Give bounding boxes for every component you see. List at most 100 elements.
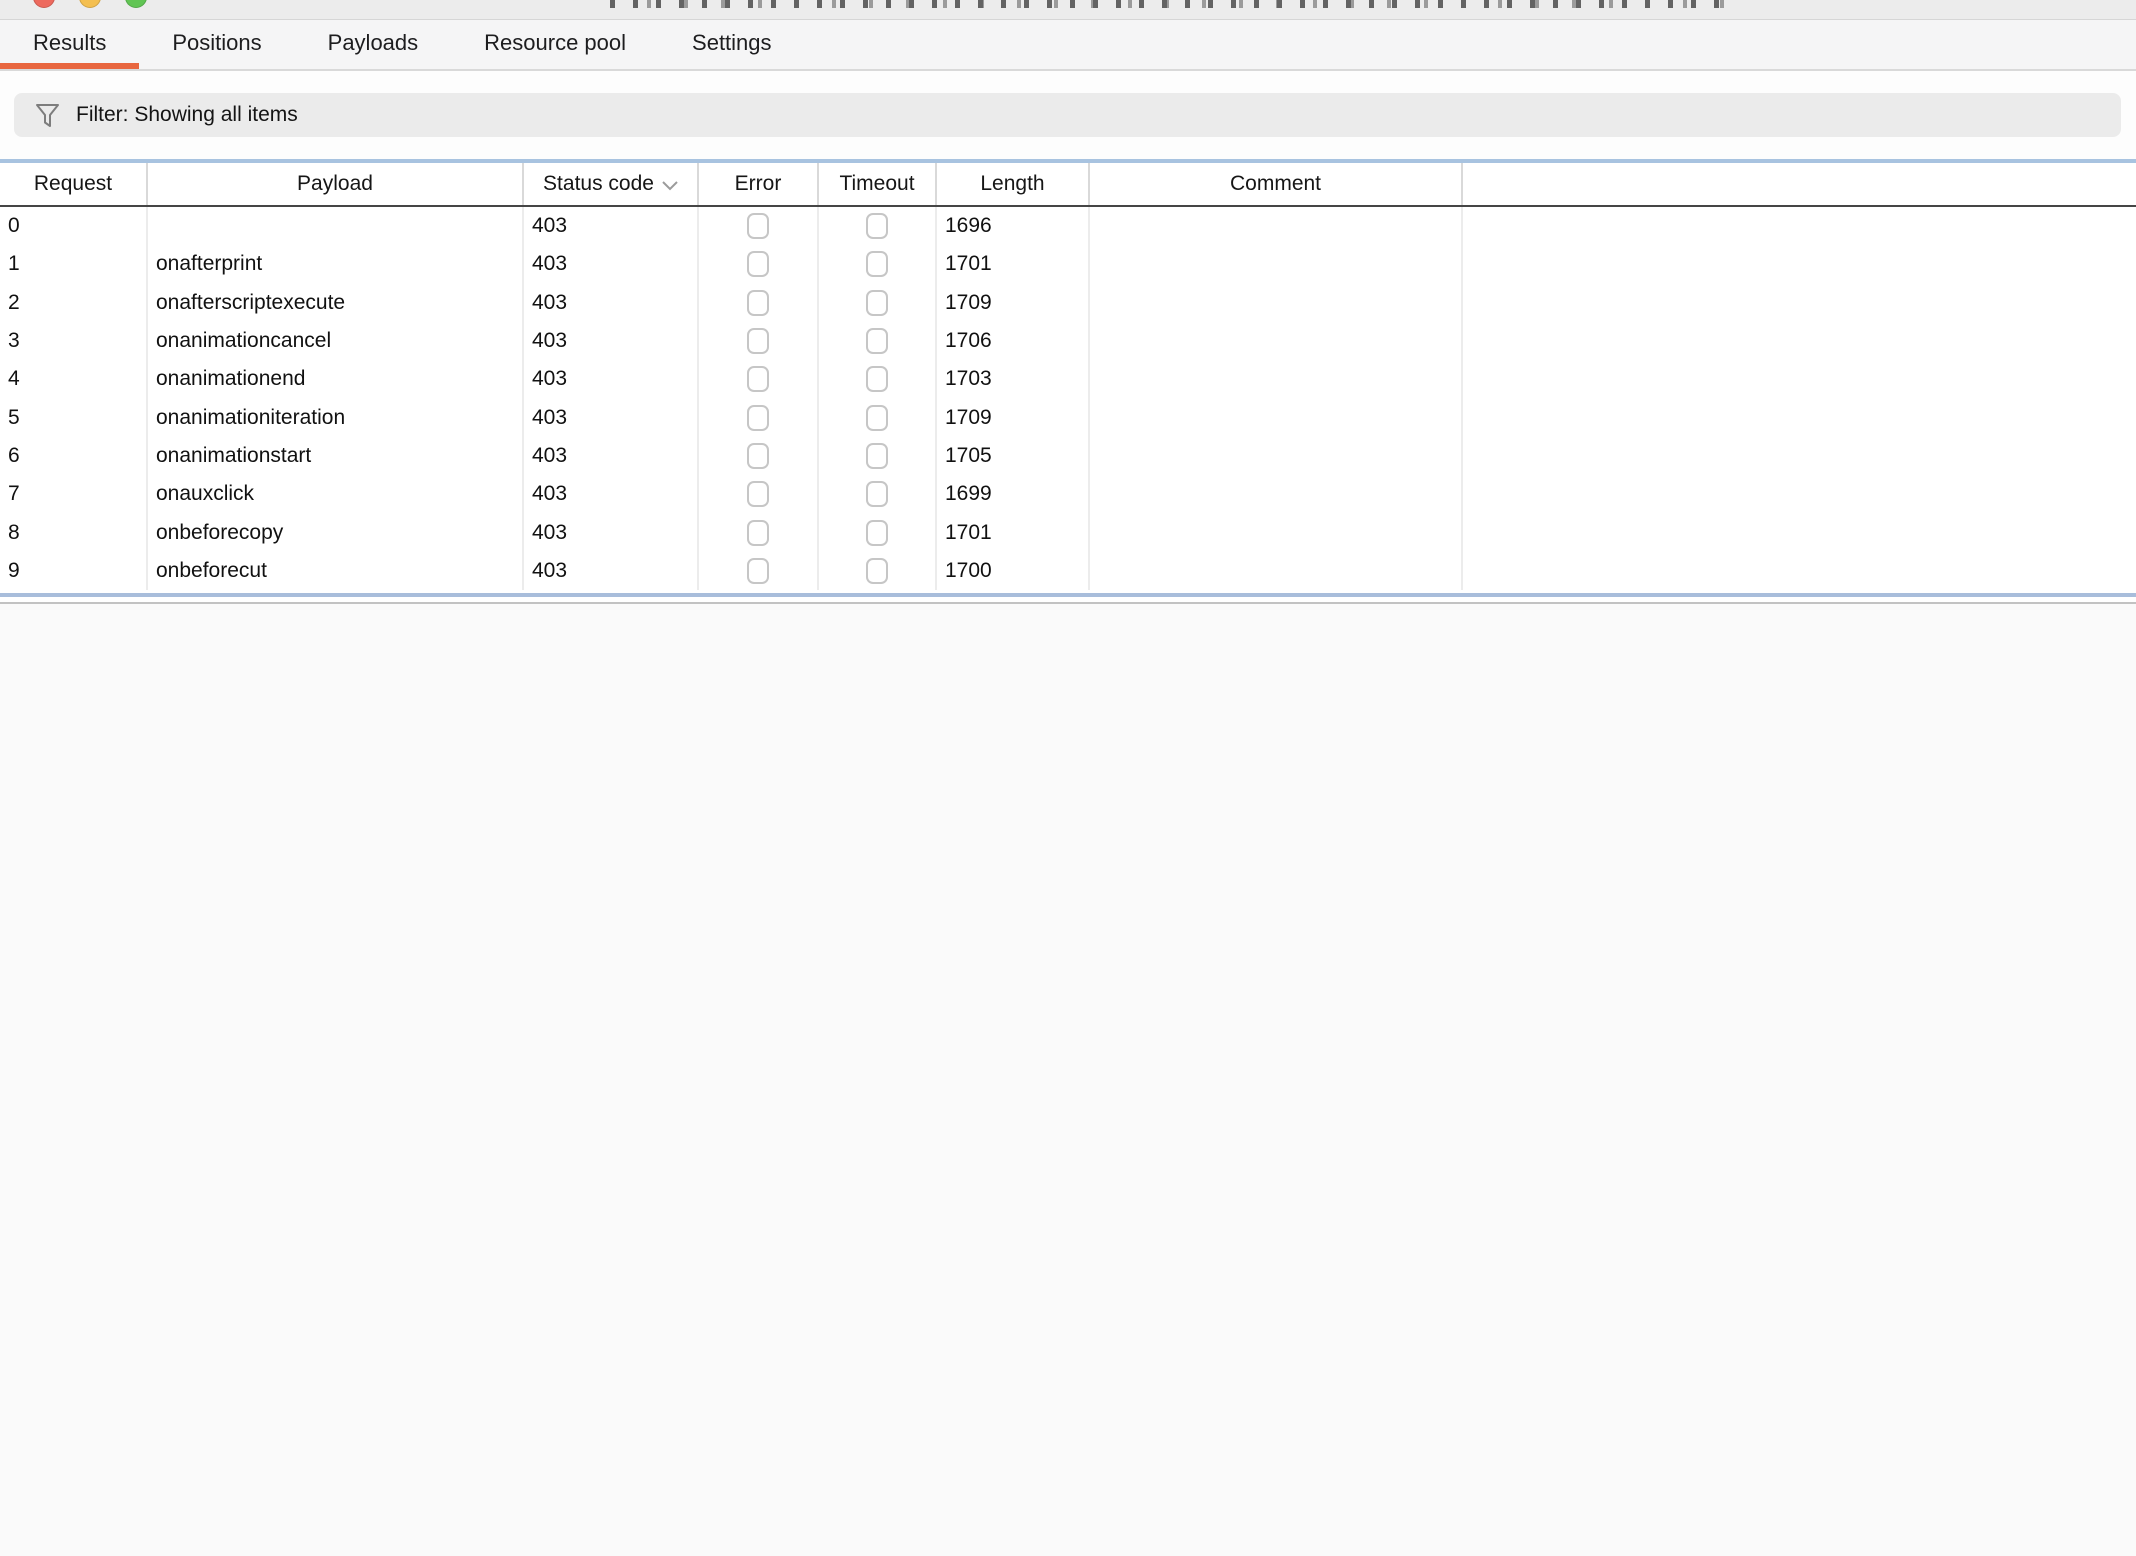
length-cell: 1709: [937, 398, 1090, 436]
column-header-status-code[interactable]: Status code: [524, 163, 699, 205]
funnel-icon: [34, 102, 61, 129]
filler-cell: [1463, 360, 2136, 398]
status-code-cell: 403: [524, 245, 699, 283]
payload-cell: [148, 207, 524, 245]
error-checkbox[interactable]: [747, 520, 769, 546]
table-row[interactable]: 3onanimationcancel4031706: [0, 322, 2136, 360]
length-cell: 1703: [937, 360, 1090, 398]
timeout-checkbox[interactable]: [866, 443, 888, 469]
status-code-cell: 403: [524, 284, 699, 322]
filter-bar[interactable]: Filter: Showing all items: [14, 93, 2121, 137]
length-cell-text: 1705: [945, 444, 992, 468]
table-row[interactable]: 8onbeforecopy4031701: [0, 513, 2136, 551]
error-checkbox[interactable]: [747, 213, 769, 239]
status-code-cell-text: 403: [532, 559, 567, 583]
error-cell: [699, 552, 819, 590]
request-cell: 6: [0, 437, 148, 475]
comment-cell: [1090, 552, 1463, 590]
table-row[interactable]: 9onbeforecut 403 1700: [0, 552, 2136, 590]
length-cell-text: 1700: [945, 559, 992, 583]
payload-cell-text: onanimationend: [156, 367, 305, 391]
status-code-cell: 403: [524, 360, 699, 398]
length-cell: 1709: [937, 284, 1090, 322]
status-code-cell-text: 403: [532, 214, 567, 238]
comment-cell: [1090, 513, 1463, 551]
timeout-checkbox[interactable]: [866, 213, 888, 239]
payload-cell-text: onanimationstart: [156, 444, 311, 468]
tab-payloads[interactable]: Payloads: [295, 20, 452, 69]
minimize-button[interactable]: [79, 0, 101, 8]
timeout-cell: [819, 437, 937, 475]
length-cell-text: 1699: [945, 482, 992, 506]
table-header: Request Payload Status codeErrorTimeoutLen…: [0, 159, 2136, 207]
filler-cell: [1463, 322, 2136, 360]
timeout-cell: [819, 207, 937, 245]
error-checkbox[interactable]: [747, 328, 769, 354]
table-row[interactable]: 7onauxclick4031699: [0, 475, 2136, 513]
table-row[interactable]: 04031696: [0, 207, 2136, 245]
tab-settings[interactable]: Settings: [659, 20, 805, 69]
timeout-checkbox[interactable]: [866, 251, 888, 277]
sort-chevron-down-icon: [662, 181, 678, 191]
tab-resource-pool[interactable]: Resource pool: [451, 20, 659, 69]
request-cell: 9: [0, 552, 148, 590]
timeout-cell: [819, 398, 937, 436]
status-code-cell-text: 403: [532, 482, 567, 506]
timeout-cell: [819, 552, 937, 590]
payload-cell: onanimationend: [148, 360, 524, 398]
column-header-comment[interactable]: Comment: [1090, 163, 1463, 205]
table-row[interactable]: 1onafterprint4031701: [0, 245, 2136, 283]
payload-cell: onbeforecopy: [148, 513, 524, 551]
error-checkbox[interactable]: [747, 405, 769, 431]
table-row[interactable]: 6onanimationstart4031705: [0, 437, 2136, 475]
timeout-checkbox[interactable]: [866, 520, 888, 546]
status-code-cell-text: 403: [532, 291, 567, 315]
table-row[interactable]: 2onafterscriptexecute4031709: [0, 284, 2136, 322]
length-cell-text: 1701: [945, 521, 992, 545]
timeout-checkbox[interactable]: [866, 328, 888, 354]
comment-cell: [1090, 360, 1463, 398]
table-body: 040316961onafterprint40317012onafterscri…: [0, 207, 2136, 590]
column-header-length[interactable]: Length: [937, 163, 1090, 205]
length-cell: 1700: [937, 552, 1090, 590]
payload-cell-text: onauxclick: [156, 482, 254, 506]
error-checkbox[interactable]: [747, 443, 769, 469]
error-cell: [699, 398, 819, 436]
request-cell: 3: [0, 322, 148, 360]
timeout-checkbox[interactable]: [866, 558, 888, 584]
tab-results[interactable]: Results: [0, 20, 139, 69]
error-checkbox[interactable]: [747, 290, 769, 316]
column-header-label: Payload: [297, 172, 373, 196]
column-header-payload[interactable]: Payload: [148, 163, 524, 205]
filler-cell: [1463, 207, 2136, 245]
filler-cell: [1463, 513, 2136, 551]
column-header-timeout[interactable]: Timeout: [819, 163, 937, 205]
tab-positions[interactable]: Positions: [139, 20, 294, 69]
error-checkbox[interactable]: [747, 366, 769, 392]
timeout-checkbox[interactable]: [866, 290, 888, 316]
timeout-checkbox[interactable]: [866, 366, 888, 392]
error-cell: [699, 207, 819, 245]
zoom-button[interactable]: [125, 0, 147, 8]
comment-cell: [1090, 437, 1463, 475]
request-cell-text: 6: [8, 444, 20, 468]
error-checkbox[interactable]: [747, 481, 769, 507]
request-cell: 5: [0, 398, 148, 436]
error-checkbox[interactable]: [747, 251, 769, 277]
payload-cell: onafterprint: [148, 245, 524, 283]
tab-bar: ResultsPositionsPayloadsResource poolSet…: [0, 20, 2136, 71]
table-row[interactable]: 4onanimationend4031703: [0, 360, 2136, 398]
timeout-checkbox[interactable]: [866, 405, 888, 431]
timeout-checkbox[interactable]: [866, 481, 888, 507]
column-header-request[interactable]: Request: [0, 163, 148, 205]
comment-cell: [1090, 322, 1463, 360]
close-button[interactable]: [33, 0, 55, 8]
table-row[interactable]: 5onanimationiteration4031709: [0, 398, 2136, 436]
payload-cell: onbeforecut: [148, 552, 524, 590]
status-code-cell: 403: [524, 322, 699, 360]
error-checkbox[interactable]: [747, 558, 769, 584]
length-cell: 1706: [937, 322, 1090, 360]
length-cell: 1701: [937, 513, 1090, 551]
filter-label: Filter: Showing all items: [76, 103, 298, 127]
column-header-error[interactable]: Error: [699, 163, 819, 205]
